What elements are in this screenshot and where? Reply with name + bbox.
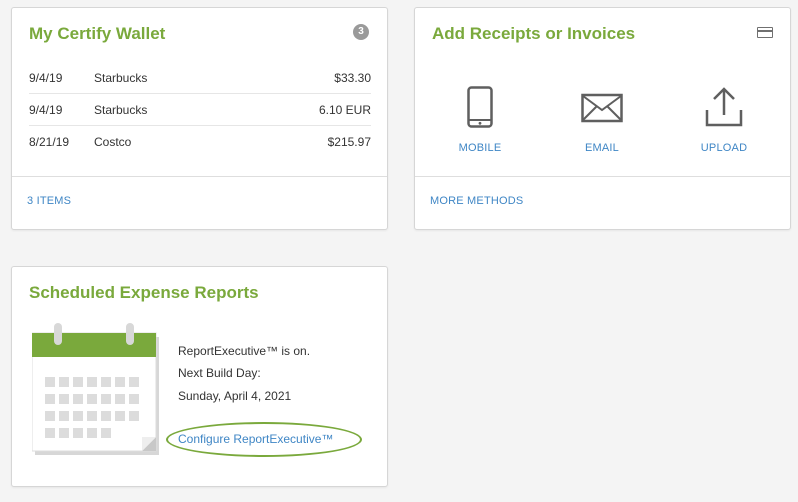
calendar-icon [31, 323, 160, 455]
wallet-row-merchant: Starbucks [94, 103, 148, 117]
method-email-label: EMAIL [584, 142, 619, 154]
upload-icon [705, 87, 743, 127]
wallet-title: My Certify Wallet [29, 24, 166, 43]
method-email[interactable]: EMAIL [557, 86, 647, 154]
next-build-date: Sunday, April 4, 2021 [178, 389, 292, 403]
next-build-label: Next Build Day: [178, 366, 261, 380]
wallet-row-date: 9/4/19 [29, 71, 63, 85]
wallet-items-link[interactable]: 3 ITEMS [27, 195, 71, 207]
method-mobile-label: MOBILE [458, 142, 502, 154]
wallet-row[interactable]: 9/4/19 Starbucks 6.10 EUR [29, 94, 371, 126]
wallet-row[interactable]: 8/21/19 Costco $215.97 [29, 126, 371, 157]
mobile-phone-icon [467, 86, 493, 128]
envelope-icon [581, 93, 623, 123]
method-upload-label: UPLOAD [700, 142, 748, 154]
receipts-footer-divider [415, 176, 790, 177]
credit-card-icon[interactable] [757, 27, 773, 38]
method-upload[interactable]: UPLOAD [679, 86, 769, 154]
wallet-list: 9/4/19 Starbucks $33.30 9/4/19 Starbucks… [29, 62, 371, 157]
wallet-row-date: 8/21/19 [29, 135, 70, 149]
scheduled-title: Scheduled Expense Reports [29, 283, 259, 302]
wallet-footer-divider [12, 176, 387, 177]
wallet-card: My Certify Wallet 3 9/4/19 Starbucks $33… [11, 7, 388, 230]
wallet-row-merchant: Costco [94, 135, 132, 149]
more-methods-link[interactable]: MORE METHODS [430, 195, 523, 207]
receipts-title: Add Receipts or Invoices [432, 24, 636, 43]
method-mobile[interactable]: MOBILE [435, 86, 525, 154]
report-executive-status: ReportExecutive™ is on. [178, 344, 311, 358]
scheduled-reports-card: Scheduled Expense Reports ReportExecutiv… [11, 266, 388, 487]
wallet-row-amount: $215.97 [327, 135, 371, 149]
wallet-row[interactable]: 9/4/19 Starbucks $33.30 [29, 62, 371, 94]
wallet-row-amount: $33.30 [334, 71, 371, 85]
wallet-count-badge: 3 [353, 24, 369, 40]
receipts-card: Add Receipts or Invoices MOBILE EMAIL UP… [414, 7, 791, 230]
configure-report-executive-link[interactable]: Configure ReportExecutive™ [178, 432, 333, 446]
wallet-row-amount: 6.10 EUR [318, 103, 371, 117]
wallet-row-date: 9/4/19 [29, 103, 63, 117]
wallet-row-merchant: Starbucks [94, 71, 148, 85]
